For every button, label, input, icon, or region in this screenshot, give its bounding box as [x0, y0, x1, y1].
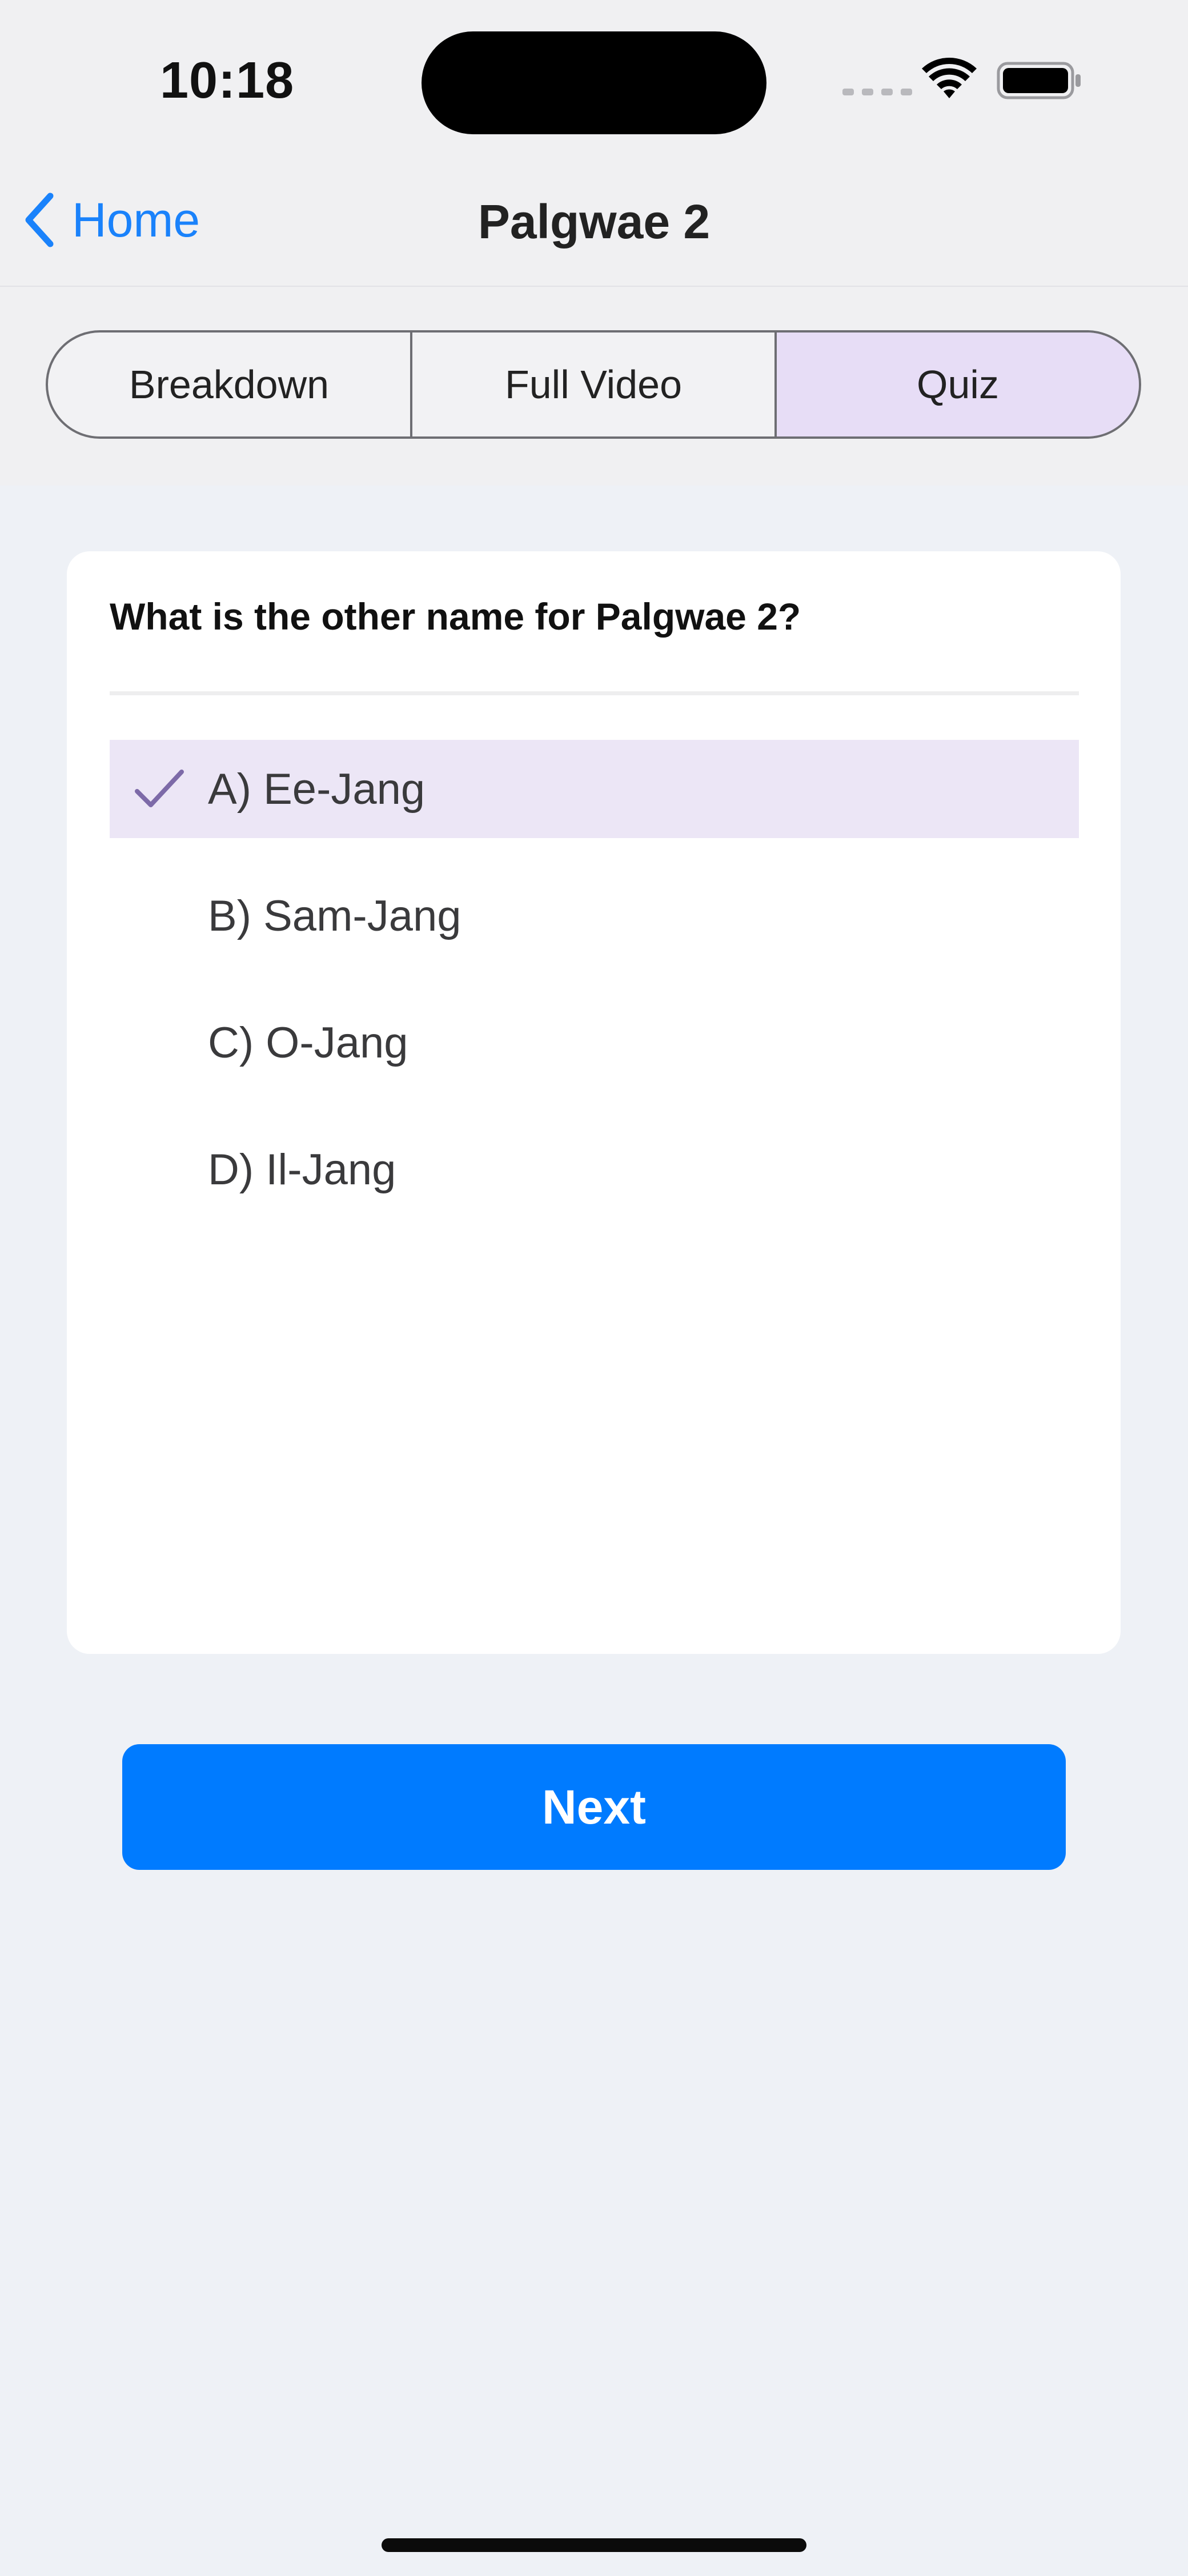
answer-option-label: D) Il-Jang	[208, 1145, 396, 1194]
answer-option-c[interactable]: C) O-Jang	[110, 993, 1079, 1092]
next-button[interactable]: Next	[122, 1744, 1066, 1870]
status-time: 10:18	[160, 52, 295, 109]
nav-divider	[0, 286, 1188, 287]
answer-option-d[interactable]: D) Il-Jang	[110, 1120, 1079, 1219]
answer-option-b[interactable]: B) Sam-Jang	[110, 867, 1079, 965]
tab-full-video[interactable]: Full Video	[412, 332, 777, 436]
tab-quiz[interactable]: Quiz	[777, 332, 1139, 436]
battery-icon	[997, 62, 1081, 99]
question-text: What is the other name for Palgwae 2?	[110, 595, 801, 638]
segmented-control: Breakdown Full Video Quiz	[46, 330, 1141, 439]
answer-option-label: A) Ee-Jang	[208, 764, 426, 814]
page-title: Palgwae 2	[477, 195, 711, 249]
home-indicator[interactable]	[382, 2538, 806, 2552]
signal-dots-icon	[842, 89, 912, 95]
dynamic-island	[422, 31, 766, 134]
answer-option-a[interactable]: A) Ee-Jang	[110, 740, 1079, 838]
answer-option-label: B) Sam-Jang	[208, 891, 461, 940]
tab-breakdown[interactable]: Breakdown	[48, 332, 412, 436]
checkmark-icon	[135, 770, 184, 807]
wifi-icon	[922, 57, 977, 98]
answer-options: A) Ee-Jang B) Sam-Jang C) O-Jang D) Il-J…	[110, 740, 1079, 1247]
answer-option-label: C) O-Jang	[208, 1018, 408, 1067]
quiz-card: What is the other name for Palgwae 2? A)…	[67, 551, 1121, 1654]
question-divider	[110, 691, 1079, 695]
